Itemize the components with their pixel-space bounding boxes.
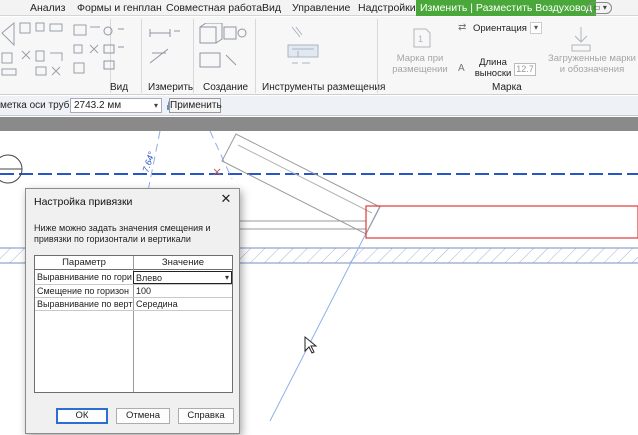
snap-settings-dialog: Настройка привязки ✕ Ниже можно задать з… [25,188,240,434]
pipe-axis-label: метка оси трубы: [0,100,80,111]
panel-measure-title: Измерить [148,82,194,93]
chevron-down-icon: ▾ [153,101,158,110]
tab-modify-place-duct[interactable]: Изменить | Разместить Воздуховод [416,0,597,16]
row-param-horizontal-alignment: Выравнивание по гори [37,272,132,282]
leader-length-label: Длина выноски [474,57,512,79]
leader-length-icon: A [458,63,465,74]
parameters-table: Параметр Значение Выравнивание по гори В… [34,255,233,393]
help-button[interactable]: Справка [178,408,234,424]
create-tools-icons[interactable] [196,23,252,75]
tab-view[interactable]: Вид [262,0,281,16]
pipe-axis-elevation-value: 2743.2 мм [74,100,122,111]
panel-create-title: Создание [203,82,249,93]
ribbon-options-toggle[interactable]: ▭ ▾ [588,2,612,14]
tab-analysis[interactable]: Анализ [30,0,65,16]
guide-line [269,205,381,422]
horizontal-alignment-select[interactable]: Влево ▾ [133,271,232,284]
leader-length-input[interactable]: 12.7 [514,63,536,76]
close-icon[interactable]: ✕ [219,192,233,206]
loaded-tags-icon[interactable] [566,25,596,55]
tab-massing-site[interactable]: Формы и генплан [77,0,162,16]
orientation-dropdown[interactable]: ▾ [530,22,542,34]
view-tools-icons[interactable] [100,23,130,75]
ribbon: Вид Измерить Создание Инструменты размещ… [0,17,638,95]
dialog-description: Ниже можно задать значения смещения и пр… [34,223,211,244]
tag-on-placement-icon[interactable]: 1 [406,25,434,53]
apply-button[interactable]: Применить [169,98,222,113]
column-header-value: Значение [134,256,232,270]
ok-button[interactable]: ОК [56,408,108,424]
chevron-down-icon: ▾ [224,273,229,282]
tab-addins[interactable]: Надстройки [358,0,416,16]
orientation-icon: ⇄ [458,22,467,33]
dialog-title: Настройка привязки [34,196,133,208]
horizontal-offset-value[interactable]: 100 [134,285,232,297]
modify-tools-icons[interactable] [0,19,110,81]
svg-text:1: 1 [418,34,423,44]
placed-duct [365,205,638,239]
pipe-axis-elevation-field[interactable]: 2743.2 мм ▾ [70,98,162,113]
tab-manage[interactable]: Управление [292,0,350,16]
panel-view-title: Вид [110,82,129,93]
view-tab-strip [0,117,638,131]
placement-tools-icons[interactable] [262,21,372,73]
options-bar: метка оси трубы: 2743.2 мм ▾ Применить [0,96,638,116]
vertical-alignment-value[interactable]: Середина [134,298,232,310]
ribbon-tab-bar: Анализ Формы и генплан Совместная работа… [0,0,638,16]
tab-collaborate[interactable]: Совместная работа [166,0,262,16]
measure-tools-icons[interactable] [148,23,188,75]
tag-on-placement-button[interactable]: Марка при размещении [382,53,458,75]
mouse-cursor-icon [304,335,318,354]
panel-placement-tools-title: Инструменты размещения [262,82,386,93]
row-param-vertical-alignment: Выравнивание по верт [37,299,133,309]
orientation-label: Ориентация [473,23,527,34]
column-header-parameter: Параметр [35,256,133,270]
row-param-horizontal-offset: Смещение по горизон [37,286,130,296]
horizontal-alignment-value: Влево [136,273,162,283]
loaded-tags-button[interactable]: Загруженные марки и обозначения [546,53,638,75]
cancel-button[interactable]: Отмена [116,408,170,424]
panel-tag-title: Марка [492,82,522,93]
